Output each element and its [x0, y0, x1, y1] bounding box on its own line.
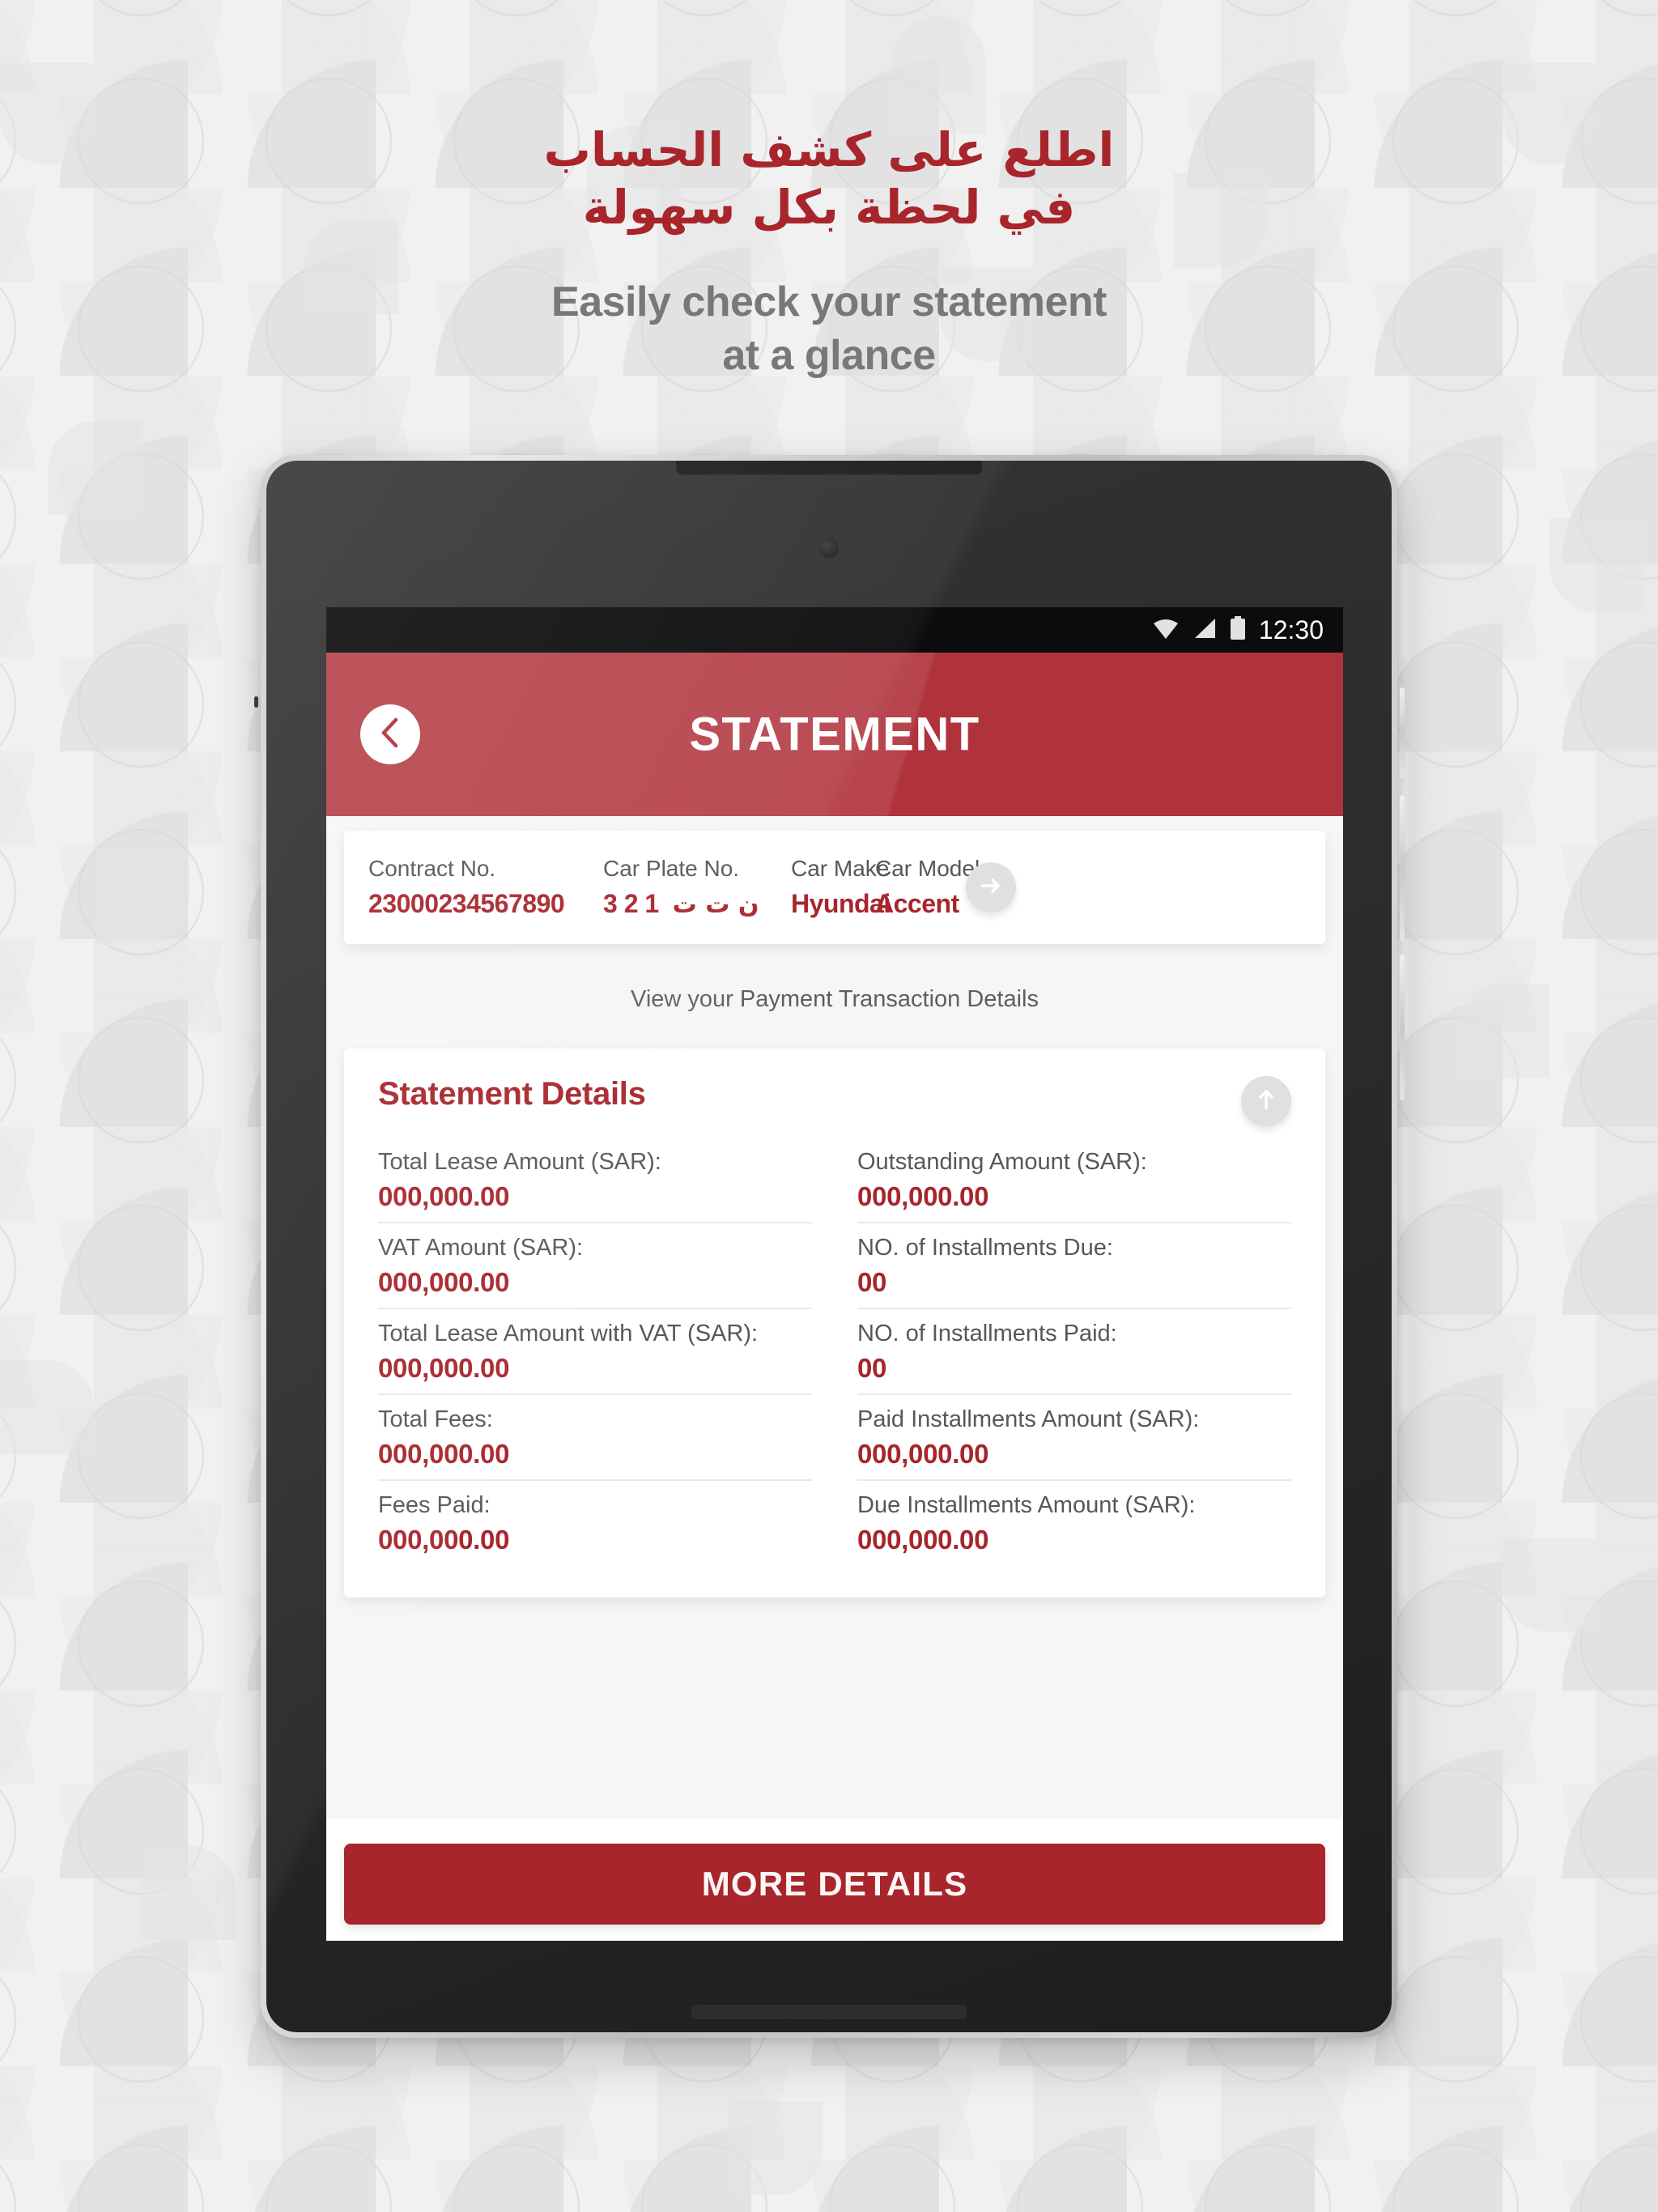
car-make-label: Car Make [791, 856, 890, 881]
arrow-up-icon [1252, 1086, 1280, 1117]
statement-row-label: VAT Amount (SAR): [378, 1235, 584, 1261]
payment-transaction-hint[interactable]: View your Payment Transaction Details [344, 986, 1325, 1013]
car-plate-value: 3 2 1 ن ت ت [603, 889, 791, 919]
contract-no-label: Contract No. [368, 856, 496, 881]
car-plate-digits: 3 2 1 [603, 889, 659, 918]
statement-row-label: Due Installments Amount (SAR): [857, 1492, 1196, 1518]
car-model-value: Accent [875, 889, 959, 918]
statement-row-value: 000,000.00 [378, 1439, 510, 1469]
statement-row-value: 00 [857, 1267, 887, 1297]
wifi-icon [1152, 617, 1180, 644]
car-plate-label: Car Plate No. [603, 856, 740, 881]
promo-english-line-1: Easily check your statement [551, 278, 1107, 325]
screen-content: Contract No. 23000234567890 Car Plate No… [326, 831, 1343, 1941]
car-model-label: Car Model [875, 856, 980, 881]
statement-row-label: Total Lease Amount with VAT (SAR): [378, 1321, 759, 1346]
bg-blob [1503, 1538, 1596, 1632]
bg-blob [1456, 984, 1550, 1078]
tablet-device-body: 12:30 STATEMENT Contract No. 23000234567… [266, 461, 1392, 2032]
statement-row-label: Total Lease Amount (SAR): [378, 1149, 661, 1175]
next-contract-button[interactable] [966, 862, 1016, 912]
promo-english-line-2: at a glance [722, 332, 936, 380]
statement-row: NO. of Installments Paid: 00 [857, 1309, 1291, 1395]
device-left-button[interactable] [254, 696, 258, 708]
bg-blob [1550, 518, 1643, 612]
statement-details-card: Statement Details Total Lease Amount (SA… [344, 1049, 1325, 1597]
statement-row-label: Total Fees: [378, 1406, 493, 1432]
statement-row-label: NO. of Installments Paid: [857, 1321, 1117, 1346]
android-status-bar: 12:30 [326, 607, 1343, 653]
bg-blob [729, 2101, 823, 2195]
statement-row-value: 00 [857, 1353, 887, 1383]
promo-headings: اطلع على كشف الحساب في لحظة بكل سهولة Ea… [0, 121, 1658, 383]
app-screen: 12:30 STATEMENT Contract No. 23000234567… [326, 607, 1343, 1941]
car-make-field: Car Make Hyundai [791, 856, 891, 919]
contract-summary-card[interactable]: Contract No. 23000234567890 Car Plate No… [344, 831, 1325, 944]
statement-row-label: Outstanding Amount (SAR): [857, 1149, 1147, 1175]
status-bar-clock: 12:30 [1258, 615, 1324, 644]
device-notch [676, 461, 982, 474]
statement-details-grid: Total Lease Amount (SAR): 000,000.00 Out… [378, 1138, 1291, 1565]
bg-blob [1409, 1959, 1503, 2053]
statement-row-label: Paid Installments Amount (SAR): [857, 1406, 1200, 1432]
statement-row-value: 000,000.00 [378, 1353, 510, 1383]
statement-details-header: Statement Details [378, 1076, 1291, 1126]
bg-blob [96, 850, 189, 944]
bg-blob [0, 1360, 94, 1454]
statement-details-title: Statement Details [378, 1076, 646, 1112]
bg-blob [49, 421, 142, 515]
statement-row: Total Fees: 000,000.00 [378, 1395, 812, 1481]
status-bar-icons [1152, 615, 1246, 644]
car-plate-field: Car Plate No. 3 2 1 ن ت ت [603, 856, 791, 919]
arrow-right-icon [977, 872, 1005, 904]
device-home-bar [691, 2005, 967, 2019]
bg-blob [892, 16, 986, 134]
more-details-button[interactable]: MORE DETAILS [344, 1844, 1325, 1925]
front-camera-icon [818, 538, 840, 559]
device-volume-down-button[interactable] [1400, 955, 1405, 1100]
statement-row: NO. of Installments Due: 00 [857, 1223, 1291, 1309]
statement-row-label: Fees Paid: [378, 1492, 491, 1518]
promo-english-block: Easily check your statement at a glance [0, 275, 1658, 383]
promo-arabic-line-1: اطلع على كشف الحساب [543, 122, 1115, 177]
statement-row-value: 000,000.00 [378, 1525, 510, 1555]
scroll-up-button[interactable] [1241, 1076, 1291, 1126]
app-header-bar: STATEMENT [326, 653, 1343, 816]
device-power-button[interactable] [1400, 687, 1405, 778]
car-model-field: Car Model Accent [875, 856, 980, 919]
battery-icon [1230, 615, 1246, 644]
contract-no-field: Contract No. 23000234567890 [368, 856, 603, 919]
signal-icon [1192, 617, 1217, 644]
bg-blob [142, 1846, 236, 1940]
statement-row: Outstanding Amount (SAR): 000,000.00 [857, 1138, 1291, 1223]
screen-footer: MORE DETAILS [326, 1819, 1343, 1941]
statement-row: Fees Paid: 000,000.00 [378, 1481, 812, 1565]
statement-row: VAT Amount (SAR): 000,000.00 [378, 1223, 812, 1309]
device-volume-up-button[interactable] [1400, 795, 1405, 941]
statement-row: Total Lease Amount (SAR): 000,000.00 [378, 1138, 812, 1223]
statement-row-value: 000,000.00 [857, 1181, 989, 1211]
car-plate-letters: ن ت ت [672, 891, 759, 919]
car-make-value: Hyundai [791, 889, 891, 918]
promo-arabic-line-2: في لحظة بكل سهولة [582, 179, 1076, 235]
statement-row: Total Lease Amount with VAT (SAR): 000,0… [378, 1309, 812, 1395]
statement-row: Paid Installments Amount (SAR): 000,000.… [857, 1395, 1291, 1481]
tablet-device-frame: 12:30 STATEMENT Contract No. 23000234567… [254, 455, 1405, 2038]
promo-screenshot-page: اطلع على كشف الحساب في لحظة بكل سهولة Ea… [0, 0, 1658, 2212]
statement-row-value: 000,000.00 [378, 1181, 510, 1211]
contract-no-value: 23000234567890 [368, 889, 565, 918]
statement-row-label: NO. of Installments Due: [857, 1235, 1113, 1261]
statement-row-value: 000,000.00 [378, 1267, 510, 1297]
statement-row-value: 000,000.00 [857, 1525, 989, 1555]
page-title: STATEMENT [689, 708, 980, 761]
statement-row-value: 000,000.00 [857, 1439, 989, 1469]
statement-row: Due Installments Amount (SAR): 000,000.0… [857, 1481, 1291, 1565]
